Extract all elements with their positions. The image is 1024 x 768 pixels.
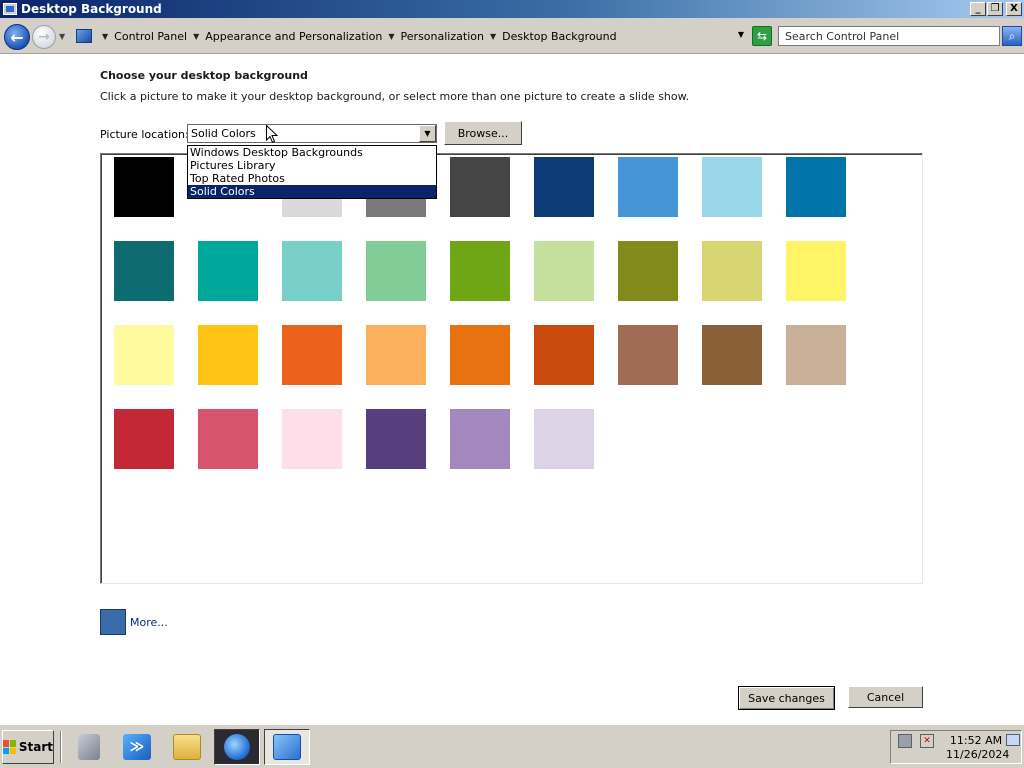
windows-logo-icon (3, 740, 16, 754)
title-bar: Desktop Background _ ❐ X (0, 0, 1024, 18)
window-title: Desktop Background (21, 2, 162, 16)
taskbar: Start ≫ ✕ 11:52 AM 11/26/2024 (0, 724, 1024, 768)
minimize-button[interactable]: _ (970, 2, 986, 16)
color-swatch[interactable] (198, 241, 258, 301)
color-swatch[interactable] (366, 241, 426, 301)
color-swatch[interactable] (786, 157, 846, 217)
desktop-background-icon (3, 3, 17, 15)
color-swatch[interactable] (366, 409, 426, 469)
picture-location-option[interactable]: Solid Colors (188, 185, 436, 198)
powershell-icon: ≫ (123, 734, 151, 760)
back-button[interactable]: ← (4, 24, 30, 50)
color-swatch[interactable] (702, 325, 762, 385)
color-swatch[interactable] (114, 241, 174, 301)
address-toolbar: ← → ▼ ▼ Control Panel ▼ Appearance and P… (0, 18, 1024, 54)
breadcrumb-personalization[interactable]: Personalization (401, 30, 484, 43)
color-swatch[interactable] (198, 409, 258, 469)
picture-location-option[interactable]: Pictures Library (188, 159, 436, 172)
color-swatch[interactable] (786, 241, 846, 301)
color-swatch[interactable] (702, 241, 762, 301)
chevron-down-icon[interactable]: ▼ (388, 32, 394, 41)
recent-pages-dropdown[interactable]: ▼ (59, 32, 65, 41)
picture-location-option[interactable]: Windows Desktop Backgrounds (188, 146, 436, 159)
taskbar-separator (60, 731, 62, 763)
color-swatch[interactable] (114, 157, 174, 217)
color-swatch[interactable] (618, 325, 678, 385)
picture-location-option[interactable]: Top Rated Photos (188, 172, 436, 185)
restore-button[interactable]: ❐ (987, 2, 1003, 16)
breadcrumb-desktop-background[interactable]: Desktop Background (502, 30, 617, 43)
color-swatch[interactable] (450, 157, 510, 217)
color-swatch[interactable] (282, 409, 342, 469)
color-swatch[interactable] (618, 157, 678, 217)
refresh-button[interactable]: ⇆ (752, 26, 772, 46)
picture-location-options: Windows Desktop Backgrounds Pictures Libr… (187, 145, 437, 199)
breadcrumb-appearance[interactable]: Appearance and Personalization (205, 30, 382, 43)
chevron-down-icon[interactable]: ▼ (102, 32, 108, 41)
display-icon[interactable] (1006, 734, 1020, 746)
color-swatch[interactable] (366, 325, 426, 385)
clock-time[interactable]: 11:52 AM (946, 734, 1006, 747)
more-colors-link[interactable]: More... (130, 616, 168, 629)
color-swatch[interactable] (114, 409, 174, 469)
picture-location-value: Solid Colors (191, 127, 256, 140)
color-swatch[interactable] (534, 157, 594, 217)
cancel-button[interactable]: Cancel (848, 686, 923, 708)
server-manager-icon (78, 734, 100, 760)
chevron-down-icon[interactable]: ▼ (193, 32, 199, 41)
color-swatch[interactable] (786, 325, 846, 385)
forward-button[interactable]: → (32, 25, 56, 49)
refresh-icon: ⇆ (756, 29, 768, 43)
color-swatch[interactable] (198, 325, 258, 385)
picture-location-select[interactable]: Solid Colors ▼ (187, 124, 437, 143)
mouse-cursor-icon (266, 125, 278, 144)
color-swatch[interactable] (450, 325, 510, 385)
network-icon[interactable] (898, 734, 912, 748)
search-icon: ⌕ (1008, 28, 1016, 43)
color-swatch[interactable] (534, 241, 594, 301)
server-manager-taskbar-button[interactable] (66, 729, 112, 765)
color-gallery (100, 153, 923, 584)
close-button[interactable]: X (1006, 2, 1022, 16)
picture-location-label: Picture location: (100, 128, 189, 141)
folder-icon (173, 734, 201, 760)
control-panel-icon (273, 734, 301, 760)
more-color-swatch[interactable] (100, 609, 126, 635)
clock-date[interactable]: 11/26/2024 (946, 748, 1009, 761)
color-swatch[interactable] (282, 325, 342, 385)
save-changes-button[interactable]: Save changes (738, 686, 835, 710)
explorer-taskbar-button[interactable] (164, 729, 210, 765)
breadcrumb-control-panel[interactable]: Control Panel (114, 30, 187, 43)
powershell-taskbar-button[interactable]: ≫ (114, 729, 160, 765)
color-swatch[interactable] (114, 325, 174, 385)
color-swatch[interactable] (534, 325, 594, 385)
internet-explorer-taskbar-button[interactable] (214, 729, 260, 765)
color-swatch[interactable] (702, 157, 762, 217)
forward-arrow-icon: → (38, 29, 50, 45)
address-dropdown-icon[interactable]: ▼ (738, 30, 744, 39)
back-arrow-icon: ← (10, 27, 24, 47)
volume-muted-icon[interactable]: ✕ (920, 734, 934, 748)
dropdown-arrow-icon[interactable]: ▼ (419, 125, 436, 142)
chevron-down-icon[interactable]: ▼ (490, 32, 496, 41)
breadcrumb[interactable]: ▼ Control Panel ▼ Appearance and Persona… (72, 26, 748, 46)
browse-button[interactable]: Browse... (444, 121, 522, 145)
color-swatch[interactable] (282, 241, 342, 301)
start-button[interactable]: Start (2, 730, 54, 764)
page-description: Click a picture to make it your desktop … (100, 90, 690, 103)
control-panel-taskbar-button[interactable] (264, 729, 310, 765)
control-panel-icon (76, 29, 92, 43)
color-swatch[interactable] (450, 409, 510, 469)
search-input[interactable]: Search Control Panel (778, 26, 1000, 46)
search-button[interactable]: ⌕ (1002, 26, 1022, 46)
start-label: Start (18, 740, 53, 754)
color-swatch[interactable] (534, 409, 594, 469)
color-swatch[interactable] (450, 241, 510, 301)
page-title: Choose your desktop background (100, 69, 308, 82)
internet-explorer-icon (224, 734, 250, 760)
color-swatch[interactable] (618, 241, 678, 301)
